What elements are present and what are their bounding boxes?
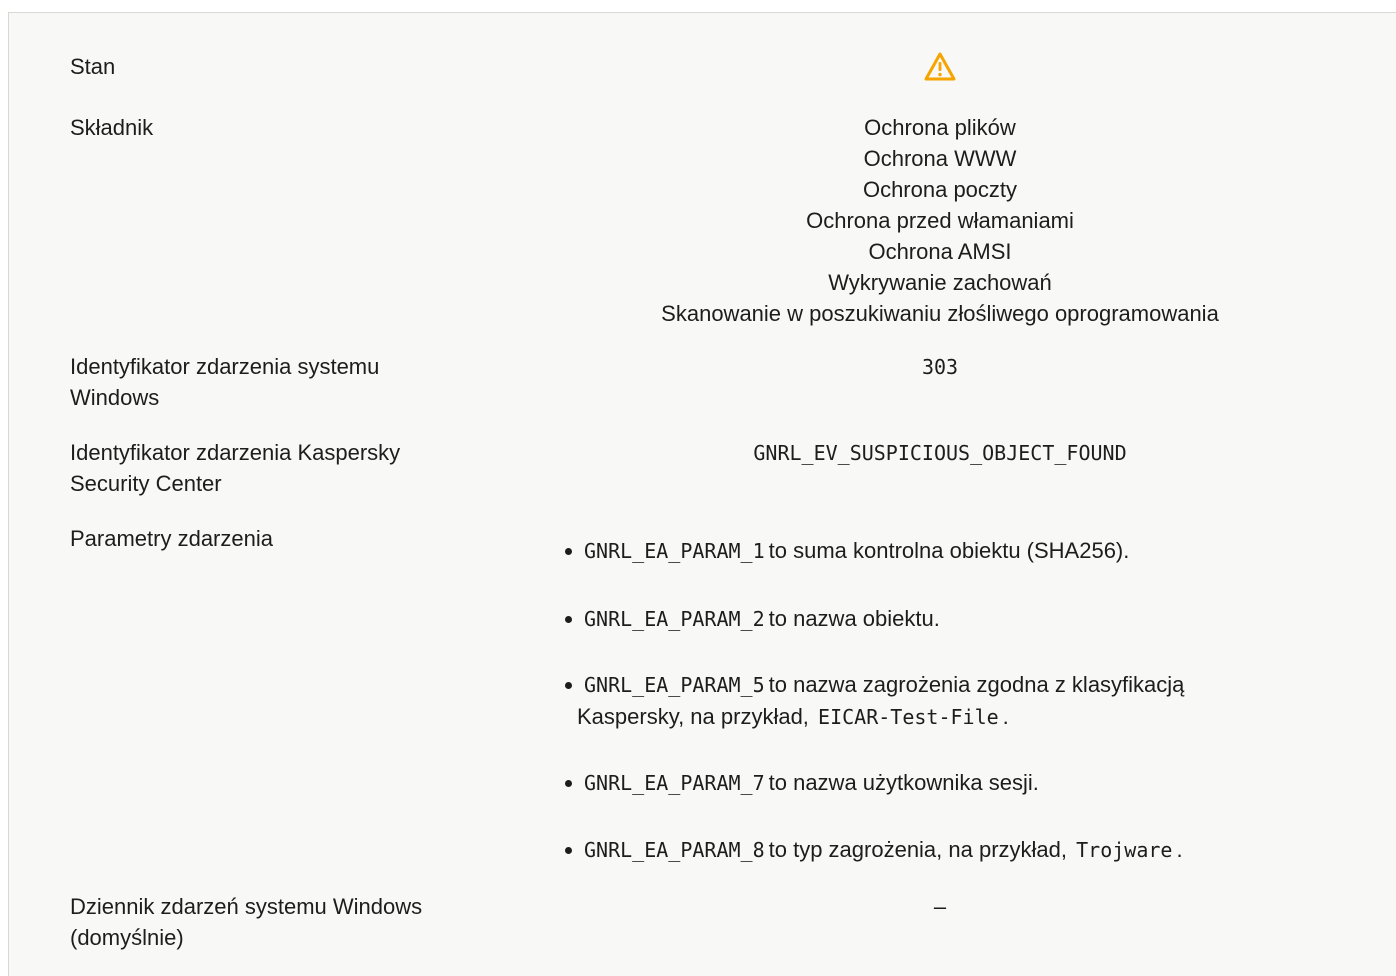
list-item: GNRL_EA_PARAM_1 to suma kontrolna obiektu… — [565, 535, 1271, 567]
param-example: EICAR-Test-File — [818, 705, 999, 729]
param-code: GNRL_EA_PARAM_5 — [584, 673, 765, 697]
param-example: Trojware — [1076, 838, 1173, 862]
list-item: GNRL_EA_PARAM_2 to nazwa obiektu. — [565, 603, 1271, 635]
component-item: Wykrywanie zachowań — [828, 270, 1052, 295]
status-label: Stan — [70, 54, 116, 79]
component-item: Skanowanie w poszukiwaniu złośliwego opr… — [661, 301, 1219, 326]
param-code: GNRL_EA_PARAM_1 — [584, 539, 765, 563]
windows-event-id-value: 303 — [921, 355, 959, 379]
param-text: to typ zagrożenia, na przykład, — [768, 837, 1068, 862]
param-end: . — [1176, 837, 1183, 862]
bullet-icon — [565, 847, 572, 854]
param-text-cont: Kaspersky, na przykład, — [577, 704, 809, 729]
windows-event-log-label-line-2: (domyślnie) — [70, 925, 184, 950]
ksc-event-id-label-line-1: Identyfikator zdarzenia Kaspersky — [70, 440, 401, 465]
component-item: Ochrona plików — [864, 115, 1016, 140]
bullet-icon — [565, 780, 572, 787]
warning-triangle-icon — [923, 51, 957, 83]
ksc-event-id-label: Identyfikator zdarzenia Kaspersky Securi… — [70, 437, 490, 499]
param-code: GNRL_EA_PARAM_8 — [584, 838, 765, 862]
event-params-label: Parametry zdarzenia — [70, 526, 273, 551]
component-label: Składnik — [70, 115, 154, 140]
param-text: to nazwa użytkownika sesji. — [768, 770, 1039, 795]
component-item: Ochrona AMSI — [868, 239, 1012, 264]
component-item: Ochrona przed włamaniami — [806, 208, 1074, 233]
bullet-icon — [565, 616, 572, 623]
windows-event-log-label-line-1: Dziennik zdarzeń systemu Windows — [70, 894, 423, 919]
component-item: Ochrona WWW — [863, 146, 1017, 171]
param-code: GNRL_EA_PARAM_7 — [584, 771, 765, 795]
ksc-event-id-value: GNRL_EV_SUSPICIOUS_OBJECT_FOUND — [753, 441, 1127, 465]
ksc-event-id-label-line-2: Security Center — [70, 471, 222, 496]
event-details-panel: Stan Składnik Ochrona plików Ochrona WWW… — [8, 12, 1396, 976]
bullet-icon — [565, 548, 572, 555]
component-item: Ochrona poczty — [862, 177, 1018, 202]
param-text: to suma kontrolna obiektu (SHA256). — [768, 538, 1130, 563]
param-end: . — [1002, 704, 1009, 729]
windows-event-id-label: Identyfikator zdarzenia systemu Windows — [70, 351, 490, 413]
windows-event-id-label-line-1: Identyfikator zdarzenia systemu — [70, 354, 380, 379]
list-item: GNRL_EA_PARAM_5 to nazwa zagrożenia zgodn… — [565, 669, 1271, 733]
param-text: to nazwa obiektu. — [768, 606, 940, 631]
status-value — [479, 51, 1396, 91]
param-code: GNRL_EA_PARAM_2 — [584, 607, 765, 631]
windows-event-log-value: – — [933, 894, 947, 919]
param-text: to nazwa zagrożenia zgodna z klasyfikacj… — [768, 672, 1185, 697]
component-values: Ochrona plików Ochrona WWW Ochrona poczt… — [479, 112, 1396, 329]
windows-event-id-label-line-2: Windows — [70, 385, 160, 410]
list-item: GNRL_EA_PARAM_8 to typ zagrożenia, na prz… — [565, 834, 1271, 866]
windows-event-log-label: Dziennik zdarzeń systemu Windows (domyśl… — [70, 891, 490, 953]
bullet-icon — [565, 682, 572, 689]
list-item: GNRL_EA_PARAM_7 to nazwa użytkownika sesj… — [565, 767, 1271, 799]
